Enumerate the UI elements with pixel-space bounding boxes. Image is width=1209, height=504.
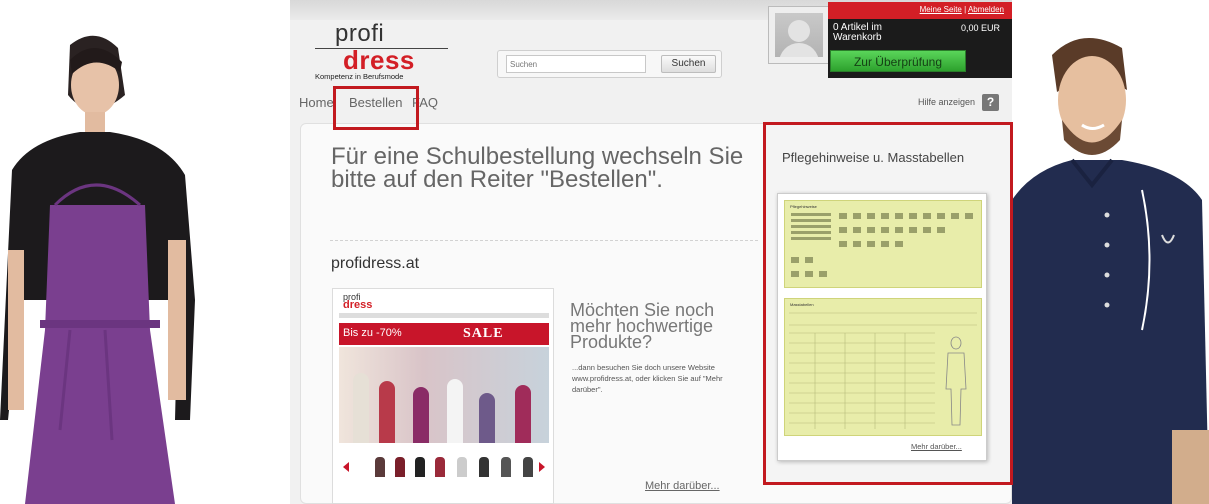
logo-tagline: Kompetenz in Berufsmode [315,72,404,81]
preview-product-row [339,457,549,477]
website-preview-image[interactable]: profi dress Bis zu -70% SALE [332,288,554,504]
left-model-photo [0,35,195,504]
help-toggle-label[interactable]: Hilfe anzeigen [918,97,975,107]
promo-title: Möchten Sie noch mehr hochwertige Produk… [570,300,715,352]
preview-sale-banner: Bis zu -70% SALE [339,323,549,345]
section-title: profidress.at [331,255,420,272]
account-links-separator: | [964,5,967,14]
bestellen-highlight-box [333,86,419,130]
search-input[interactable] [506,55,646,73]
my-page-link[interactable]: Meine Seite [920,5,962,14]
search-box: Suchen [497,50,722,78]
sidebar-highlight-box [763,122,1013,485]
cart-item-count: 0 Artikel im Warenkorb [833,22,882,43]
profidress-logo[interactable]: profi dress Kompetenz in Berufsmode [315,18,450,84]
checkout-button[interactable]: Zur Überprüfung [830,50,966,72]
logout-link[interactable]: Abmelden [968,5,1004,14]
cart-panel: Meine Seite | Abmelden 0 Artikel im Ware… [828,2,1012,78]
dashed-divider [330,240,758,241]
more-link[interactable]: Mehr darüber... [645,480,720,492]
preview-prev-arrow-icon [343,462,349,472]
preview-sale-discount: Bis zu -70% [343,327,402,339]
nav-home[interactable]: Home [299,95,334,110]
preview-logo: profi dress [343,292,373,311]
user-silhouette-icon [775,13,823,57]
logo-profi-text: profi [335,20,385,47]
preview-next-arrow-icon [539,462,545,472]
search-button[interactable]: Suchen [661,55,716,73]
promo-text: ...dann besuchen Sie doch unsere Website… [572,363,723,394]
avatar[interactable] [768,6,830,64]
preview-sale-word: SALE [463,326,504,341]
screenshot-stage: profi dress Kompetenz in Berufsmode Such… [0,0,1209,504]
preview-hero-photo [339,347,549,443]
help-icon[interactable]: ? [982,94,999,111]
preview-nav-bar [339,313,549,318]
right-model-photo [1012,38,1209,504]
cart-total: 0,00 EUR [960,23,1000,33]
account-links: Meine Seite | Abmelden [828,2,1012,19]
school-order-headline: Für eine Schulbestellung wechseln Sie bi… [331,143,744,193]
